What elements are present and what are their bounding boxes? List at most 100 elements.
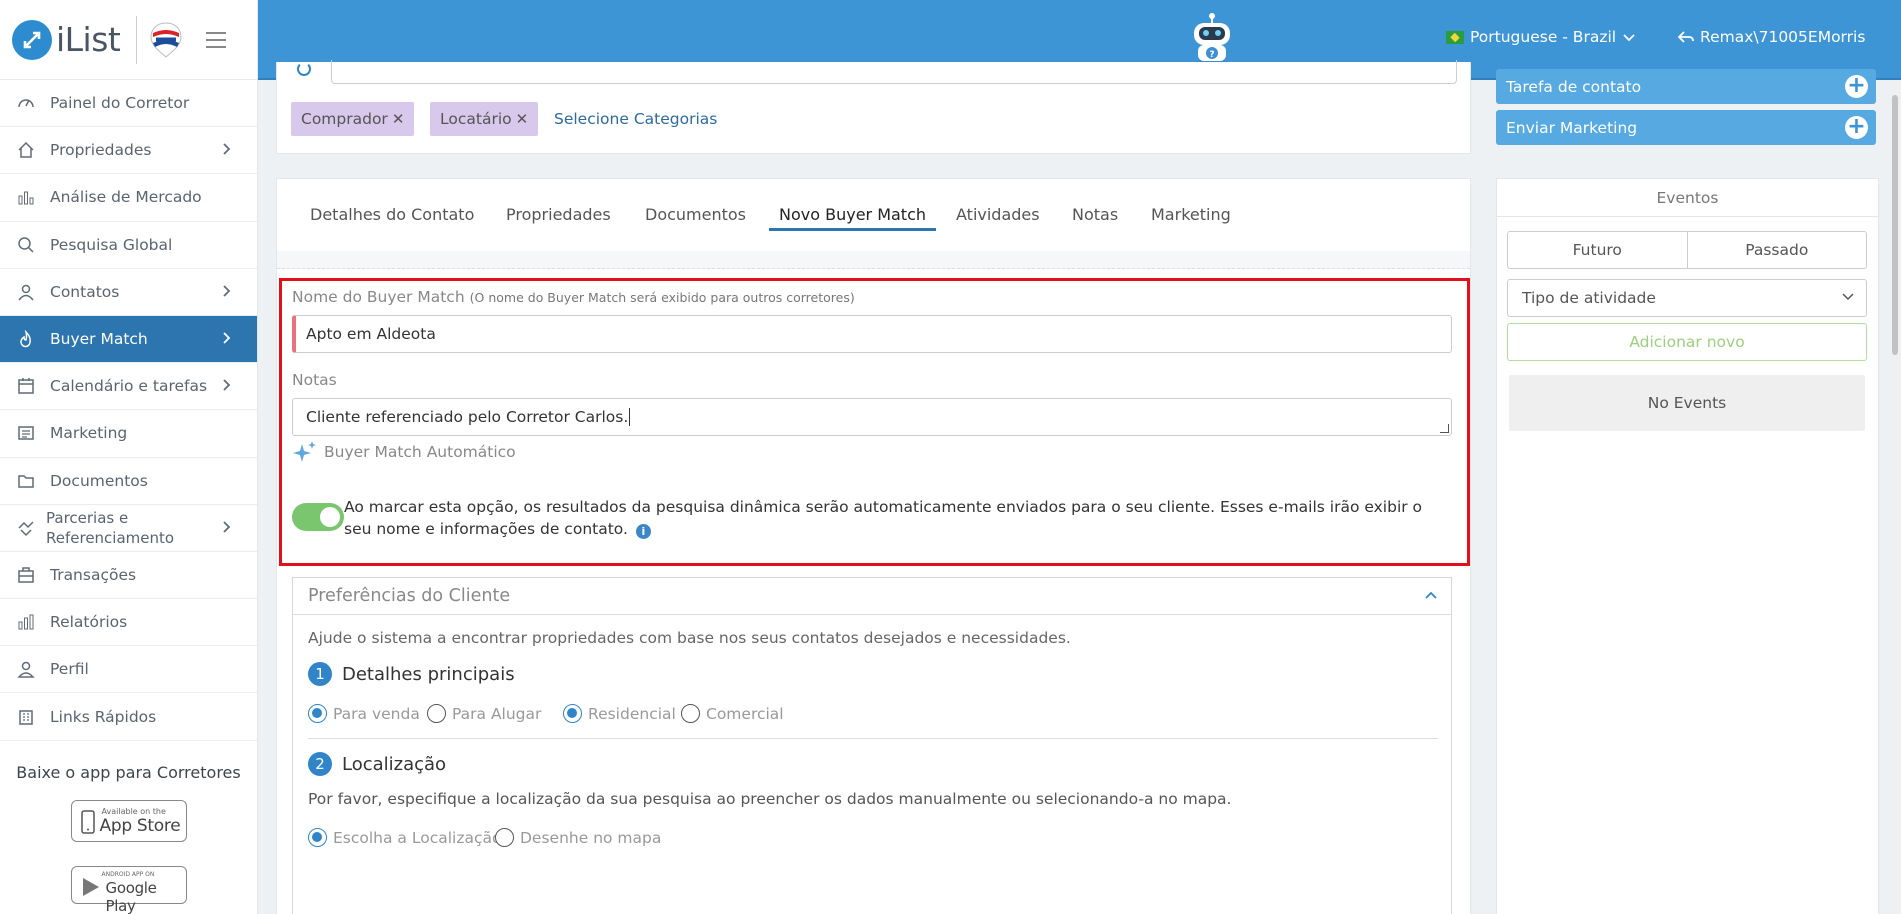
radio-para-alugar[interactable]: Para Alugar [427,704,541,723]
notes-textarea[interactable]: Cliente referenciado pelo Corretor Carlo… [292,398,1452,436]
tab-notas[interactable]: Notas [1072,205,1118,230]
logo-text[interactable]: iList [56,20,121,59]
radio-para-venda[interactable]: Para venda [308,704,420,723]
chevron-right-icon [223,141,231,159]
menu-toggle-icon[interactable] [206,31,227,48]
name-value: Apto em Aldeota [306,325,436,343]
step-title: Localização [342,753,447,775]
radio-escolha-localizacao[interactable]: Escolha a Localização [308,828,501,847]
sidebar-item-painel-do-corretor[interactable]: Painel do Corretor [0,80,257,128]
page-scrollbar[interactable] [1889,80,1901,914]
radio-circle [563,704,582,723]
sidebar-item-contatos[interactable]: Contatos [0,269,257,316]
briefcase-icon [16,565,36,585]
radio-label: Para venda [333,704,420,723]
remove-chip-icon[interactable]: ✕ [516,110,529,128]
sidebar-item-label: Links Rápidos [50,707,157,726]
step-title: Detalhes principais [342,663,515,685]
tab-propriedades[interactable]: Propriedades [506,205,611,230]
no-events-message: No Events [1509,375,1865,431]
tab-marketing[interactable]: Marketing [1151,205,1231,230]
user-switch[interactable]: Remax\71005EMorris [1678,28,1865,46]
future-tab[interactable]: Futuro [1508,232,1687,268]
sidebar-item-parcerias-e-referenciamento[interactable]: Parcerias e Referenciamento [0,505,257,552]
language-selector[interactable]: Portuguese - Brazil [1446,28,1636,46]
phone-icon [80,809,95,834]
sidebar-item-links-rapidos[interactable]: Links Rápidos [0,693,257,741]
top-input[interactable] [331,60,1457,84]
resize-handle-icon[interactable] [1440,424,1449,433]
add-new-event-button[interactable]: Adicionar novo [1507,323,1867,361]
sidebar-item-pesquisa-global[interactable]: Pesquisa Global [0,222,257,269]
preferences-description: Ajude o sistema a encontrar propriedades… [308,629,1071,647]
sidebar-item-label: Relatórios [50,613,128,632]
radio-label: Comercial [706,704,784,723]
reports-icon [16,612,36,632]
play-icon [82,877,99,896]
sidebar-item-calendario-e-tarefas[interactable]: Calendário e tarefas [0,363,257,411]
step-number: 1 [308,662,332,686]
sidebar-item-buyer-match[interactable]: Buyer Match [0,315,257,364]
tab-novo-buyer-match[interactable]: Novo Buyer Match [769,205,937,231]
activity-type-select[interactable]: Tipo de atividade [1507,279,1867,317]
radio-residencial[interactable]: Residencial [563,704,676,723]
radio-comercial[interactable]: Comercial [681,704,784,723]
search-icon [16,235,36,255]
status-dot-icon [297,62,311,76]
select-categories-link[interactable]: Selecione Categorias [554,110,717,128]
auto-match-toggle[interactable] [292,503,344,531]
toggle-text: Ao marcar esta opção, os resultados da p… [344,498,1423,538]
sidebar-item-perfil[interactable]: Perfil [0,646,257,694]
reply-icon [1678,31,1694,43]
radio-label: Para Alugar [452,704,542,723]
contact-task-button[interactable]: Tarefa de contato + [1496,69,1876,104]
app-download-title: Baixe o app para Corretores [16,762,241,782]
notes-label: Notas [292,371,337,389]
remove-chip-icon[interactable]: ✕ [392,110,405,128]
tab-detalhes-contato[interactable]: Detalhes do Contato [310,205,474,230]
plus-icon: + [1845,116,1868,139]
buyer-match-name-label: Nome do Buyer Match (O nome do Buyer Matc… [292,288,855,306]
sidebar-item-marketing[interactable]: Marketing [0,410,257,458]
google-play-button[interactable]: ANDROID APP ON Google Play [70,865,187,914]
send-marketing-button[interactable]: Enviar Marketing + [1496,110,1876,145]
sidebar-item-label: Pesquisa Global [50,235,173,254]
contact-detail-card: Detalhes do Contato Propriedades Documen… [276,178,1471,914]
tab-documentos[interactable]: Documentos [645,205,746,230]
buyer-match-name-input[interactable]: Apto em Aldeota [292,315,1452,353]
scrollbar-thumb[interactable] [1892,95,1898,355]
app-store-button[interactable]: Available on the App Store [70,799,187,842]
past-tab[interactable]: Passado [1686,232,1867,268]
tab-atividades[interactable]: Atividades [956,205,1040,230]
events-panel: Eventos Futuro Passado Tipo de atividade… [1496,178,1879,914]
activity-type-label: Tipo de atividade [1522,289,1656,307]
ilist-logo-icon[interactable] [12,19,52,60]
chevron-right-icon [223,377,231,395]
chip-label: Locatário [440,110,512,128]
user-label: Remax\71005EMorris [1700,28,1866,46]
categories-card: Comprador ✕ Locatário ✕ Selecione Catego… [276,60,1471,154]
radio-circle [308,704,327,723]
newspaper-icon [16,423,36,443]
sidebar-item-analise-de-mercado[interactable]: Análise de Mercado [0,174,257,222]
name-hint: (O nome do Buyer Match será exibido para… [469,290,855,305]
handshake-icon [16,518,36,538]
sidebar-item-documentos[interactable]: Documentos [0,458,257,505]
buyer-match-form-highlight: Nome do Buyer Match (O nome do Buyer Matc… [279,278,1470,566]
app-store-big: App Store [99,815,181,836]
sidebar-item-relatorios[interactable]: Relatórios [0,599,257,647]
google-play-big: Google Play [105,878,157,914]
sidebar-item-propriedades[interactable]: Propriedades [0,127,257,175]
chevron-up-icon[interactable] [1425,591,1437,599]
radio-desenhe-mapa[interactable]: Desenhe no mapa [495,828,661,847]
sparkles-icon [293,441,316,462]
preferences-header[interactable]: Preferências do Cliente [293,578,1451,615]
sidebar-item-transacoes[interactable]: Transações [0,552,257,600]
info-icon[interactable]: i [635,524,651,539]
sidebar-item-label: Documentos [50,471,148,490]
chevron-right-icon [223,330,231,348]
app-store-small: Available on the [101,806,166,816]
dashboard-icon [16,93,36,113]
radio-circle [427,704,446,723]
events-title: Eventos [1497,179,1878,217]
